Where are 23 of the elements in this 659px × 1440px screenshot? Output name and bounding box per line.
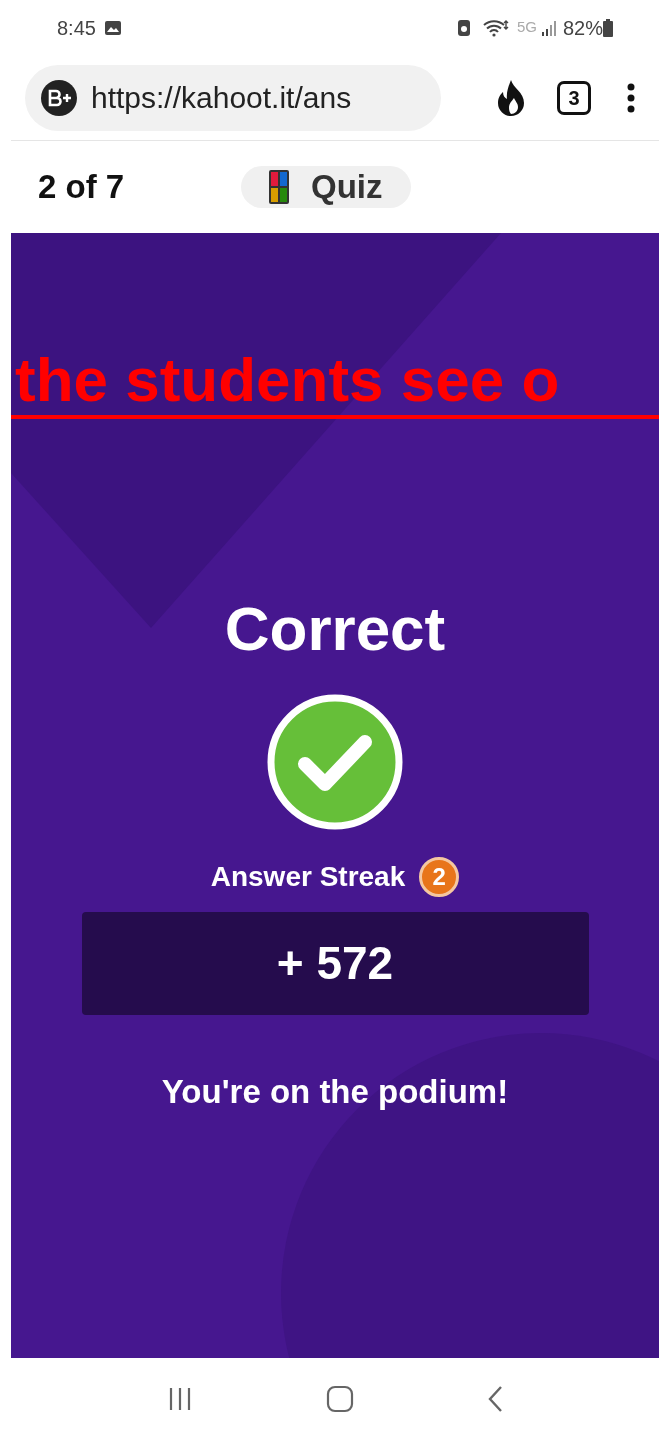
battery-level: 82% [562,15,603,41]
back-icon[interactable] [486,1385,503,1413]
result-title: Correct [224,594,446,664]
home-icon[interactable] [326,1385,354,1413]
quiz-mode-label: Quiz [311,167,383,208]
flame-icon[interactable] [495,78,527,117]
signal-icon [540,19,559,36]
battery-icon [603,18,613,37]
annotation-text: the students see o [14,345,561,415]
site-icon [41,79,77,116]
address-bar[interactable]: https://kahoot.it/ans [25,64,441,131]
points-earned: + 572 [81,912,589,1015]
image-icon [103,19,122,36]
wifi-icon [482,18,509,37]
more-options-icon[interactable] [627,82,635,113]
podium-message: You're on the podium! [161,1072,509,1112]
url-text: https://kahoot.it/ans [91,80,352,116]
network-type: 5G [516,17,537,38]
tab-count-button[interactable]: 3 [557,80,591,115]
quiz-icon [269,170,289,204]
streak-label: Answer Streak [210,860,406,894]
clock-time: 8:45 [57,15,96,41]
streak-count-badge: 2 [419,857,460,897]
